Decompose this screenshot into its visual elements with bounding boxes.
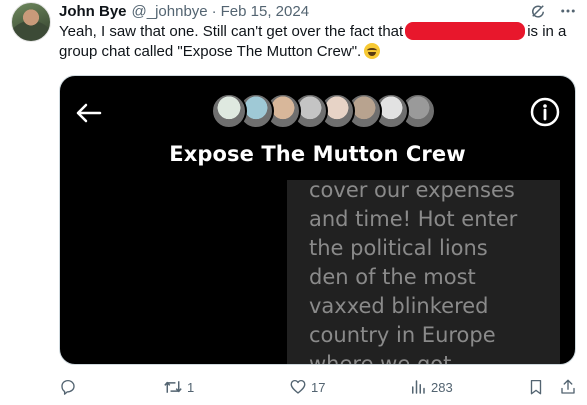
reply-button[interactable] bbox=[59, 378, 81, 396]
like-count: 17 bbox=[311, 379, 326, 395]
redaction-mark bbox=[405, 22, 526, 40]
tweet-text: Yeah, I saw that one. Still can't get ov… bbox=[59, 22, 579, 62]
tweet-text-line2: group chat called "Expose The Mutton Cre… bbox=[59, 43, 362, 60]
group-chat-title: Expose The Mutton Crew bbox=[169, 142, 466, 166]
repost-count: 1 bbox=[187, 379, 195, 395]
message-line: the political lions bbox=[309, 236, 488, 260]
tweet-header: John Bye @_johnbye · Feb 15, 2024 bbox=[59, 3, 309, 21]
tweet-actions: 1 17 283 bbox=[59, 378, 579, 400]
tweet-text-line1-end: is in a bbox=[527, 23, 567, 40]
reply-icon bbox=[59, 378, 77, 396]
info-icon bbox=[529, 96, 561, 133]
message-line: and time! Hot enter bbox=[309, 207, 518, 231]
author-handle[interactable]: @_johnbye bbox=[132, 3, 208, 21]
message-line: where we got bbox=[309, 352, 452, 365]
message-line: cover our expenses bbox=[309, 180, 515, 202]
tweet-top-actions bbox=[529, 2, 577, 20]
author-avatar[interactable] bbox=[11, 2, 51, 42]
group-member-avatars bbox=[211, 93, 436, 129]
bookmark-button[interactable] bbox=[527, 378, 545, 396]
message-bubble: cover our expenses and time! Hot enter the… bbox=[287, 180, 560, 365]
message-text: cover our expenses and time! Hot enter the… bbox=[309, 180, 559, 365]
tweet-date[interactable]: Feb 15, 2024 bbox=[221, 3, 309, 21]
views-chart-icon bbox=[409, 378, 427, 396]
attached-image[interactable]: Expose The Mutton Crew cover our expense… bbox=[59, 75, 576, 365]
heart-icon bbox=[289, 378, 307, 396]
like-button[interactable]: 17 bbox=[289, 378, 325, 396]
share-button[interactable] bbox=[559, 378, 577, 396]
author-name[interactable]: John Bye bbox=[59, 3, 127, 21]
message-line: country in Europe bbox=[309, 323, 496, 347]
share-icon bbox=[559, 378, 577, 396]
repost-icon bbox=[163, 378, 183, 396]
repost-button[interactable]: 1 bbox=[163, 378, 194, 396]
tweet-text-line1: Yeah, I saw that one. Still can't get ov… bbox=[59, 23, 404, 40]
views-button[interactable]: 283 bbox=[409, 378, 453, 396]
member-avatar bbox=[211, 93, 247, 129]
grok-icon[interactable] bbox=[529, 2, 547, 20]
more-options-icon[interactable] bbox=[559, 2, 577, 20]
back-arrow-icon bbox=[74, 102, 102, 129]
bookmark-icon bbox=[527, 378, 545, 396]
header-separator: · bbox=[211, 3, 217, 20]
message-line: vaxxed blinkered bbox=[309, 294, 489, 318]
grinning-squinting-face-emoji-icon bbox=[364, 43, 381, 59]
views-count: 283 bbox=[431, 379, 453, 395]
message-line: den of the most bbox=[309, 265, 476, 289]
